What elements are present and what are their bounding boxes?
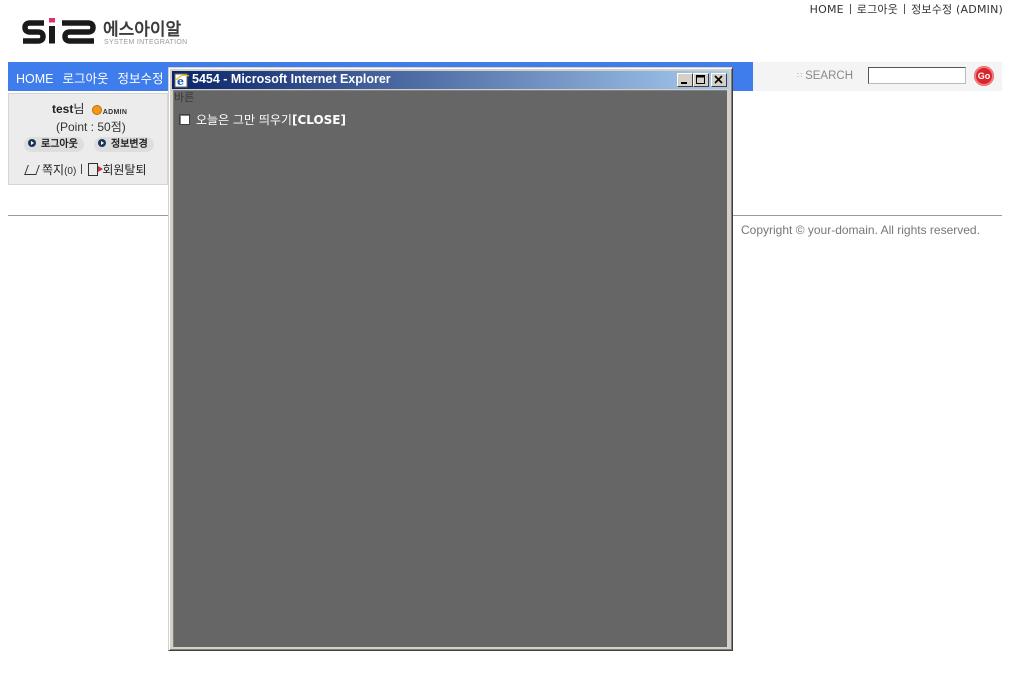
dont-show-today-checkbox[interactable] (179, 114, 190, 125)
maximize-icon (696, 75, 705, 84)
separator (81, 164, 83, 174)
separator (849, 4, 851, 14)
username: test (52, 102, 74, 116)
withdraw-link[interactable]: 회원탈퇴 (88, 163, 147, 177)
door-exit-icon (88, 163, 104, 176)
dont-show-today-row: 오늘은 그만 띄우기[CLOSE] (179, 111, 346, 128)
search-label: ∷ SEARCH (797, 70, 854, 82)
admin-badge: ADMIN (91, 103, 127, 117)
nav-item-logout[interactable]: 로그아웃 (63, 72, 109, 86)
minimize-button[interactable] (677, 73, 693, 87)
popup-content: 바른 오늘은 그만 띄우기[CLOSE] (173, 90, 727, 647)
dont-show-today-label: 오늘은 그만 띄우기 (196, 113, 292, 127)
username-suffix: 님 (73, 102, 85, 116)
go-button[interactable]: Go (974, 66, 994, 86)
point-display: (Point : 50점) (56, 120, 126, 134)
search-bar: ∷ SEARCH Go (753, 62, 1002, 91)
nav-item-edit-profile[interactable]: 정보수정 (118, 72, 164, 86)
memo-count: (0) (64, 166, 77, 177)
popup-top-text: 바른 (174, 91, 195, 104)
edit-info-button[interactable]: 정보변경 (94, 137, 154, 152)
popup-titlebar[interactable]: e 5454 - Microsoft Internet Explorer (172, 71, 729, 89)
separator (904, 4, 906, 14)
dots-icon: ∷ (797, 71, 803, 80)
logout-button[interactable]: 로그아웃 (24, 137, 84, 152)
minimize-icon (681, 82, 687, 84)
top-links: HOME 로그아웃 정보수정 (ADMIN) (810, 1, 1003, 17)
top-link-logout[interactable]: 로그아웃 (857, 3, 898, 16)
nav-item-home[interactable]: HOME (16, 72, 54, 86)
arrow-bullet-icon (98, 139, 106, 147)
logo-korean-text: 에스아이알 (103, 20, 182, 40)
popup-window: e 5454 - Microsoft Internet Explorer 바른 … (168, 67, 733, 651)
user-greeting: test님 ADMIN (52, 100, 127, 117)
popup-title: 5454 - Microsoft Internet Explorer (192, 72, 391, 86)
admin-badge-icon (91, 105, 102, 115)
memo-withdraw-row: 쪽지(0) 회원탈퇴 (24, 161, 147, 178)
siz-logo-icon (22, 18, 96, 44)
arrow-bullet-icon (28, 139, 36, 147)
top-link-home[interactable]: HOME (810, 3, 844, 16)
copyright-text: Copyright © your-domain. All rights rese… (741, 223, 980, 237)
login-box: test님 ADMIN (Point : 50점) 로그아웃 정보변경 쪽지(0… (8, 93, 168, 185)
ie-icon: e (174, 73, 190, 88)
memo-icon (24, 165, 40, 175)
search-input[interactable] (868, 67, 966, 84)
popup-close-link[interactable]: [CLOSE] (292, 113, 346, 127)
logo-english-text: SYSTEM INTEGRATION (104, 39, 188, 46)
close-icon (714, 75, 723, 84)
maximize-button[interactable] (693, 73, 709, 87)
close-button[interactable] (711, 73, 727, 87)
memo-link[interactable]: 쪽지(0) (24, 163, 77, 177)
top-link-edit-profile[interactable]: 정보수정 (ADMIN) (911, 3, 1003, 16)
